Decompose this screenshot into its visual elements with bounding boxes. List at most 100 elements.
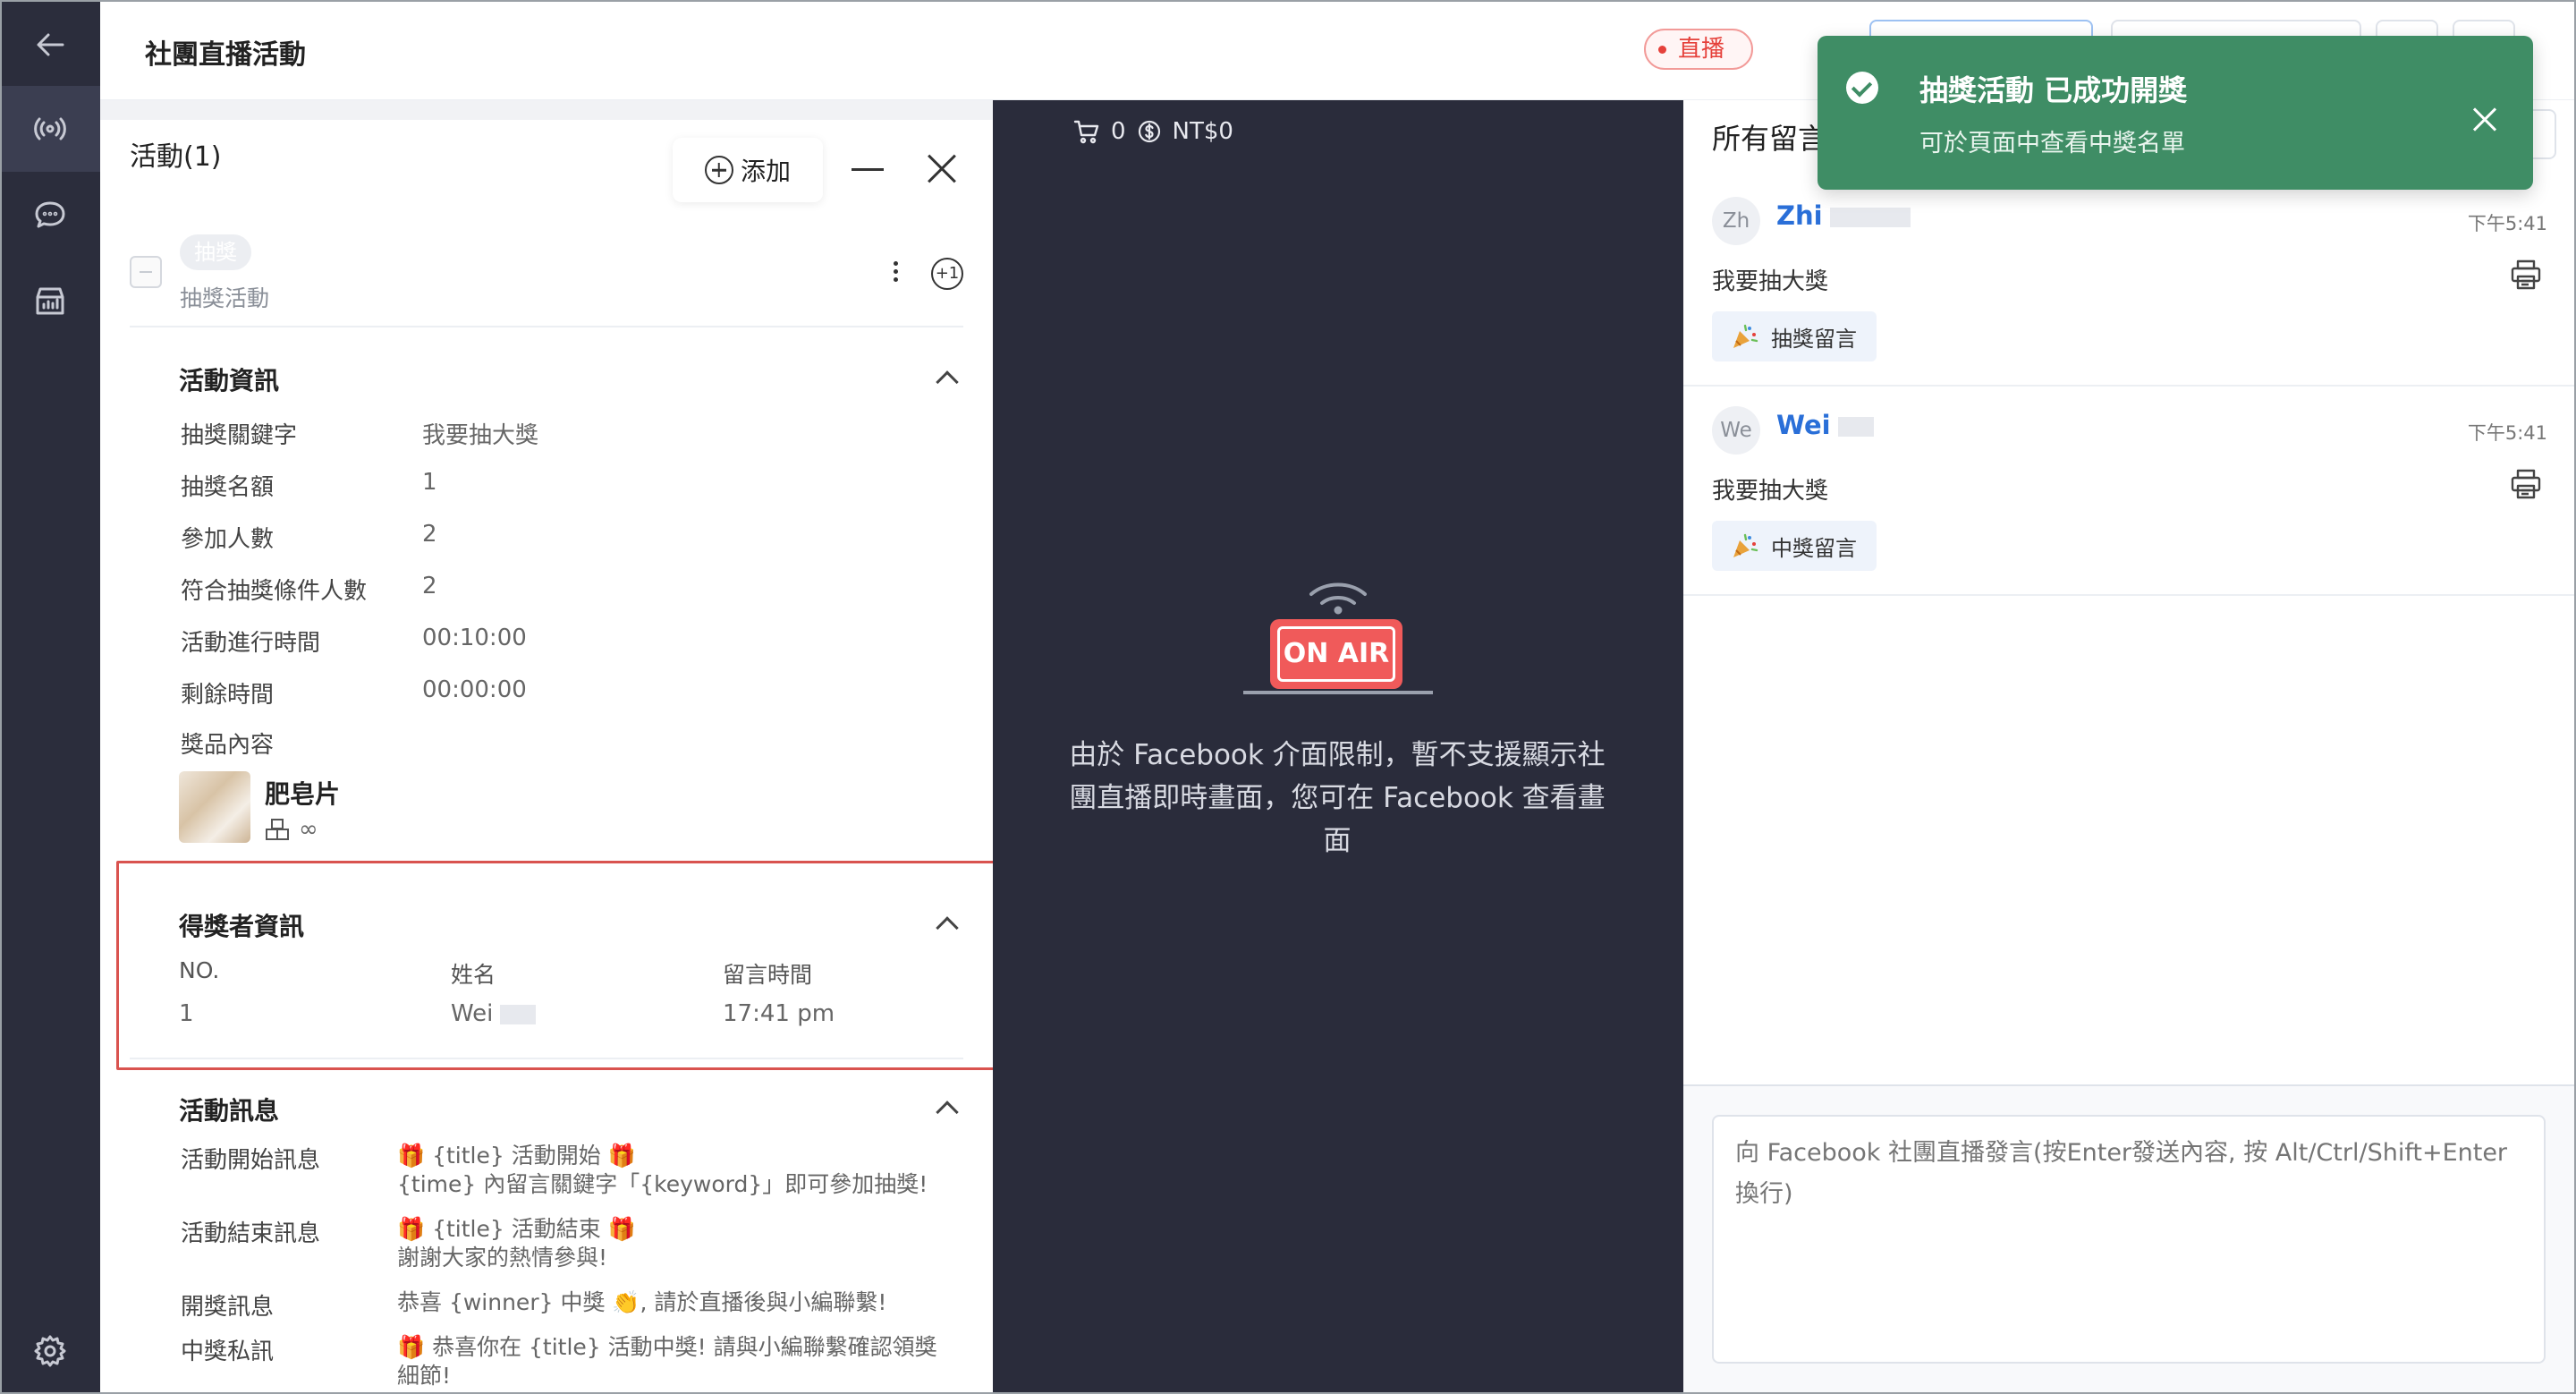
on-air-base	[1243, 691, 1433, 694]
section-divider	[130, 1058, 963, 1059]
activity-messages-title: 活動訊息	[179, 1096, 280, 1126]
activities-heading: 活動(1)	[130, 141, 222, 173]
info-label: 符合抽獎條件人數	[181, 578, 368, 605]
page-title: 社團直播活動	[145, 39, 306, 71]
shop-icon	[36, 287, 64, 315]
stock-boxes-icon	[266, 819, 289, 840]
prize-stock: ∞	[265, 816, 318, 843]
message-line: 恭喜 {winner} 中獎 👏, 請於直播後與小編聯繫!	[397, 1289, 887, 1315]
success-toast: 抽獎活動 已成功開獎 可於頁面中查看中獎名單	[1818, 36, 2533, 190]
message-line: 🎁 {title} 活動開始 🎁	[397, 1143, 636, 1169]
comments-heading: 所有留言	[1712, 122, 1827, 156]
info-value: 00:00:00	[422, 676, 527, 703]
info-value: 2	[422, 573, 437, 599]
info-label: 參加人數	[181, 526, 275, 553]
prize-stock-value: ∞	[299, 816, 318, 843]
prize-name: 肥皂片	[265, 779, 341, 809]
message-text: 🎁 恭喜你在 {title} 活動中獎! 請與小編聯繫確認領獎 細節!	[397, 1333, 970, 1390]
comment-tag-label: 抽獎留言	[1771, 326, 1857, 352]
chat-icon	[35, 201, 65, 228]
message-text: 🎁 {title} 活動結束 🎁 謝謝大家的熱情參與!	[397, 1215, 970, 1272]
cart-icon	[1073, 120, 1099, 144]
rail-item-shop[interactable]	[0, 258, 100, 344]
broadcast-icon	[34, 117, 66, 140]
winner-col-no: NO.	[179, 957, 220, 983]
message-text: 恭喜 {winner} 中獎 👏, 請於直播後與小編聯繫!	[397, 1288, 970, 1317]
cart-summary: 0 NT$0	[1073, 118, 1233, 145]
more-options-icon[interactable]	[892, 261, 899, 286]
winner-col-name: 姓名	[451, 962, 496, 988]
message-label: 開獎訊息	[181, 1294, 275, 1321]
message-line: {time} 內留言關鍵字「{keyword}」即可參加抽獎!	[397, 1171, 928, 1197]
comment-text: 我要抽大獎	[1712, 478, 1829, 505]
message-label: 中獎私訊	[181, 1339, 275, 1365]
activity-info-title: 活動資訊	[179, 366, 280, 395]
on-air-sign: ON AIR	[1270, 619, 1402, 689]
left-rail	[0, 0, 100, 1394]
commenter-name[interactable]: Zhi	[1776, 200, 1911, 231]
info-value: 2	[422, 521, 437, 548]
printer-icon[interactable]	[2510, 469, 2542, 499]
rail-item-chat[interactable]	[0, 172, 100, 258]
info-label: 抽獎關鍵字	[181, 422, 298, 449]
toast-title: 抽獎活動 已成功開獎	[1919, 73, 2188, 107]
info-label: 抽獎名額	[181, 474, 275, 501]
comment-tag-label: 中獎留言	[1771, 535, 1857, 561]
comment-text: 我要抽大獎	[1712, 268, 1829, 295]
cart-total: NT$0	[1172, 118, 1233, 145]
add-activity-button[interactable]: 添加	[673, 138, 823, 202]
avatar: We	[1712, 406, 1760, 455]
redacted-surname	[500, 1004, 537, 1024]
comment-item[interactable]: We Wei 下午5:41 我要抽大獎 中獎留言	[1683, 387, 2576, 596]
avatar: Zh	[1712, 197, 1760, 245]
winner-time: 17:41 pm	[723, 1000, 835, 1027]
comment-input[interactable]	[1712, 1115, 2546, 1364]
prize-content-label: 獎品內容	[181, 732, 275, 759]
comment-tag: 中獎留言	[1712, 521, 1877, 571]
toast-close-button[interactable]	[2472, 107, 2497, 132]
winner-info-title: 得獎者資訊	[179, 912, 305, 941]
commenter-name-text: Zhi	[1776, 200, 1823, 231]
message-label: 活動開始訊息	[181, 1147, 321, 1174]
live-status-badge: 直播	[1644, 29, 1754, 70]
add-activity-label: 添加	[740, 157, 791, 186]
commenter-name[interactable]: Wei	[1776, 410, 1874, 440]
wifi-signal-icon	[1309, 582, 1367, 615]
toast-body: 可於頁面中查看中獎名單	[1919, 130, 2185, 157]
activity-list-item[interactable]: 抽獎 抽獎活動 +1	[130, 229, 963, 327]
activity-checkbox[interactable]	[130, 256, 162, 288]
plus-one-button[interactable]: +1	[931, 258, 963, 290]
printer-icon[interactable]	[2510, 259, 2542, 290]
info-label: 活動進行時間	[181, 630, 321, 657]
message-line: 細節!	[397, 1363, 452, 1389]
close-panel-button[interactable]	[927, 154, 957, 184]
winner-no: 1	[179, 1000, 194, 1027]
comment-tag: 抽獎留言	[1712, 311, 1877, 361]
back-arrow-icon	[37, 33, 64, 56]
info-label: 剩餘時間	[181, 682, 275, 709]
rail-item-live[interactable]	[0, 86, 100, 172]
message-label: 活動結束訊息	[181, 1220, 321, 1247]
back-button[interactable]	[0, 2, 100, 88]
comment-time: 下午5:41	[2467, 213, 2547, 234]
commenter-name-text: Wei	[1776, 410, 1831, 440]
info-value: 1	[422, 469, 437, 496]
winner-name-text: Wei	[451, 1000, 494, 1027]
redacted-surname	[1837, 417, 1874, 437]
minimize-panel-button[interactable]	[852, 168, 884, 171]
settings-icon	[34, 1335, 66, 1367]
dollar-circle-icon	[1138, 120, 1160, 143]
winner-col-time: 留言時間	[723, 962, 813, 988]
message-text: 🎁 {title} 活動開始 🎁 {time} 內留言關鍵字「{keyword}…	[397, 1142, 970, 1199]
party-popper-icon	[1733, 324, 1758, 348]
panel-top-shade	[100, 100, 993, 120]
comment-time: 下午5:41	[2467, 422, 2547, 444]
message-line: 謝謝大家的熱情參與!	[397, 1245, 608, 1271]
cart-count: 0	[1111, 118, 1126, 145]
rail-item-settings[interactable]	[0, 1308, 100, 1394]
on-air-label: ON AIR	[1277, 626, 1395, 682]
message-line: 🎁 {title} 活動結束 🎁	[397, 1216, 636, 1242]
comment-item[interactable]: Zh Zhi 下午5:41 我要抽大獎 抽獎留言	[1683, 177, 2576, 387]
info-value: 我要抽大獎	[422, 422, 539, 449]
winner-name: Wei	[451, 1000, 537, 1027]
